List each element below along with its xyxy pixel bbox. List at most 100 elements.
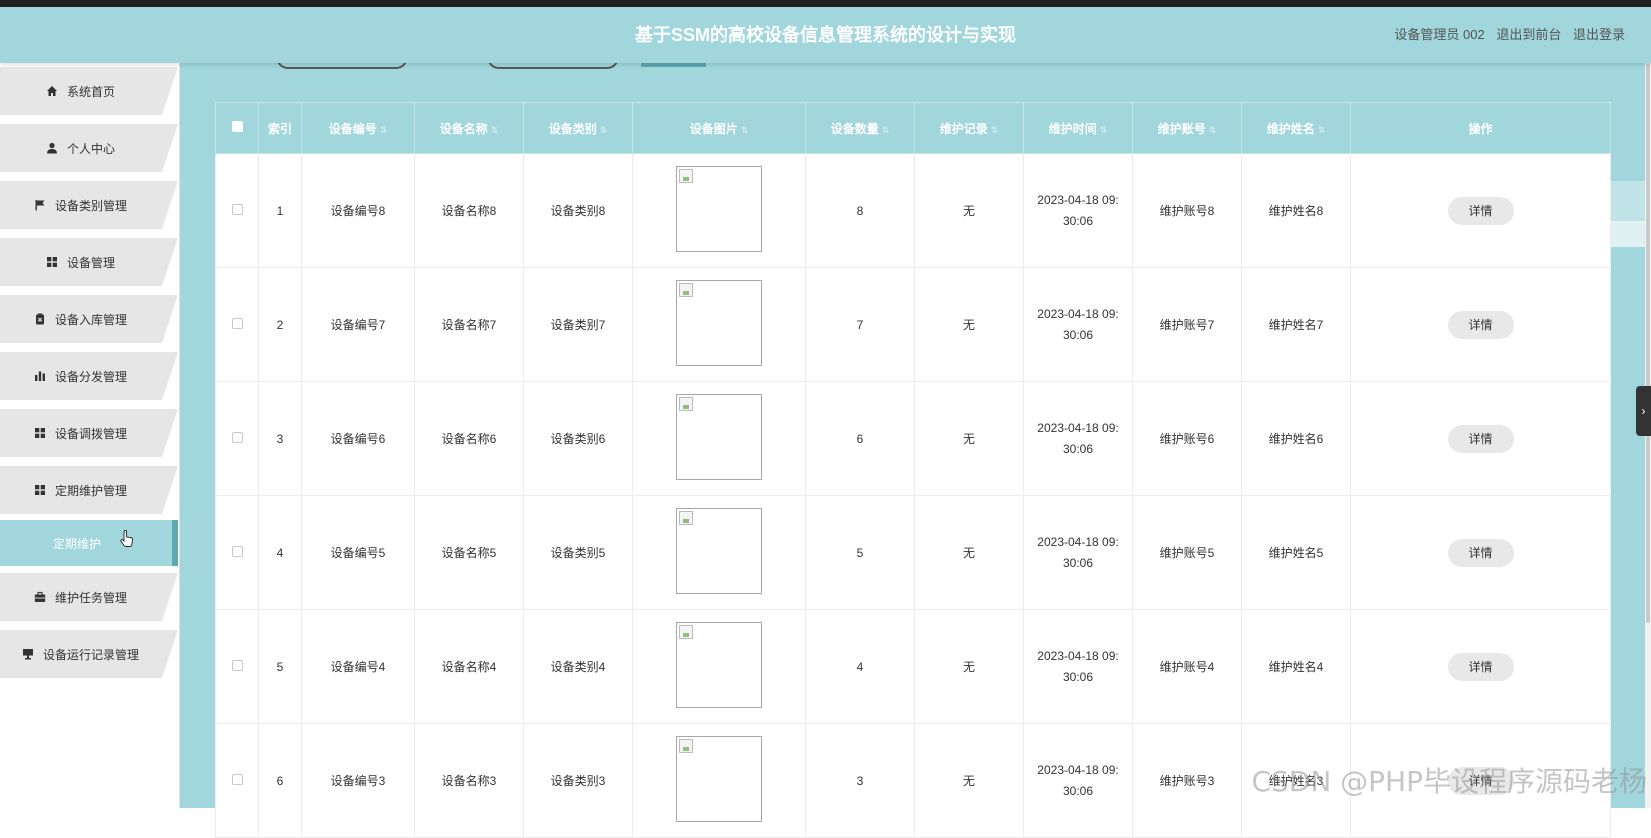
count-cell: 7 [806,268,915,382]
side-panel-toggle[interactable]: › [1636,386,1651,436]
index-cell: 6 [259,724,302,838]
device-image[interactable] [676,508,762,594]
sidebar-item-maintenance-management[interactable]: 定期维护管理 [0,462,180,519]
column-header-image[interactable]: 设备图片⇅ [633,103,806,154]
column-header-category[interactable]: 设备类别⇅ [524,103,633,154]
sidebar-item-device-management-button[interactable]: 设备管理 [0,238,178,286]
home-icon [45,84,59,98]
sidebar-item-task-management[interactable]: 维护任务管理 [0,569,180,626]
sidebar-item-device-management[interactable]: 设备管理 [0,234,180,291]
time-date: 2023-04-18 09: [1024,190,1132,211]
time-cell: 2023-04-18 09:30:06 [1024,154,1133,268]
row-checkbox[interactable] [232,318,243,329]
image-cell [633,610,806,724]
detail-button[interactable]: 详情 [1448,425,1514,453]
sidebar-item-personal-center-button[interactable]: 个人中心 [0,124,178,172]
column-header-account[interactable]: 维护账号⇅ [1133,103,1242,154]
time-clock: 30:06 [1024,439,1132,460]
sidebar: 系统首页 个人中心 设备类别管理 设备管理 [0,63,180,808]
sort-icon[interactable]: ⇅ [741,125,749,135]
image-cell [633,382,806,496]
code-cell: 设备编号6 [302,382,415,496]
detail-button[interactable]: 详情 [1448,311,1514,339]
sidebar-item-maintenance-management-button[interactable]: 定期维护管理 [0,466,178,514]
sidebar-item-home[interactable]: 系统首页 [0,63,180,120]
code-cell: 设备编号5 [302,496,415,610]
account-cell: 维护账号6 [1133,382,1242,496]
column-header-count[interactable]: 设备数量⇅ [806,103,915,154]
row-checkbox[interactable] [232,774,243,785]
name-cell: 设备名称3 [415,724,524,838]
sidebar-item-label: 设备管理 [67,254,115,271]
time-clock: 30:06 [1024,553,1132,574]
sidebar-item-run-record-management-button[interactable]: 设备运行记录管理 [0,630,178,678]
sort-icon[interactable]: ⇅ [1318,125,1326,135]
logout-link[interactable]: 退出登录 [1573,27,1625,42]
time-date: 2023-04-18 09: [1024,418,1132,439]
row-checkbox[interactable] [232,432,243,443]
sidebar-item-distribution-management[interactable]: 设备分发管理 [0,348,180,405]
row-checkbox[interactable] [232,204,243,215]
exit-to-front-link[interactable]: 退出到前台 [1496,27,1561,42]
device-image[interactable] [676,622,762,708]
sort-icon[interactable]: ⇅ [991,125,999,135]
sidebar-item-home-button[interactable]: 系统首页 [0,67,178,115]
column-header-record[interactable]: 维护记录⇅ [915,103,1024,154]
sort-icon[interactable]: ⇅ [380,125,388,135]
sidebar-subitem-periodic-maintenance[interactable]: 定期维护 [0,519,180,569]
sidebar-item-category-management-button[interactable]: 设备类别管理 [0,181,178,229]
sidebar-item-run-record-management[interactable]: 设备运行记录管理 [0,626,180,683]
sidebar-item-transfer-management-button[interactable]: 设备调拨管理 [0,409,178,457]
detail-button[interactable]: 详情 [1448,539,1514,567]
detail-button[interactable]: 详情 [1448,197,1514,225]
device-image[interactable] [676,280,762,366]
sidebar-item-category-management[interactable]: 设备类别管理 [0,177,180,234]
account-cell: 维护账号4 [1133,610,1242,724]
sidebar-item-personal-center[interactable]: 个人中心 [0,120,180,177]
time-date: 2023-04-18 09: [1024,646,1132,667]
broken-image-icon [679,169,693,183]
sidebar-item-stock-in-management-button[interactable]: 设备入库管理 [0,295,178,343]
monitor-icon [21,647,35,661]
time-cell: 2023-04-18 09:30:06 [1024,268,1133,382]
column-header-label: 维护记录 [940,122,988,136]
time-date: 2023-04-18 09: [1024,532,1132,553]
device-image[interactable] [676,736,762,822]
sidebar-item-task-management-button[interactable]: 维护任务管理 [0,573,178,621]
action-cell: 详情 [1351,382,1611,496]
sidebar-item-stock-in-management[interactable]: 设备入库管理 [0,291,180,348]
sort-icon[interactable]: ⇅ [1209,125,1217,135]
device-image[interactable] [676,166,762,252]
device-image[interactable] [676,394,762,480]
row-checkbox[interactable] [232,660,243,671]
column-header-time[interactable]: 维护时间⇅ [1024,103,1133,154]
select-all-checkbox[interactable] [232,121,243,132]
sort-icon[interactable]: ⇅ [600,125,608,135]
detail-button[interactable]: 详情 [1448,653,1514,681]
sort-icon[interactable]: ⇅ [491,125,499,135]
sidebar-item-distribution-management-button[interactable]: 设备分发管理 [0,352,178,400]
image-cell [633,496,806,610]
sidebar-item-transfer-management[interactable]: 设备调拨管理 [0,405,180,462]
user-icon [45,141,59,155]
category-cell: 设备类别6 [524,382,633,496]
action-cell: 详情 [1351,496,1611,610]
column-header-code[interactable]: 设备编号⇅ [302,103,415,154]
column-header-maint-name[interactable]: 维护姓名⇅ [1242,103,1351,154]
column-header-label: 设备数量 [831,122,879,136]
row-checkbox[interactable] [232,546,243,557]
scrollbar-thumb[interactable] [1646,63,1650,623]
search-button-partial[interactable] [641,63,706,67]
category-cell: 设备类别3 [524,724,633,838]
row-select-cell [216,382,259,496]
device-table: 索引 设备编号⇅ 设备名称⇅ 设备类别⇅ 设备图片⇅ 设备数量⇅ 维护记录⇅ 维… [215,102,1611,838]
name-cell: 设备名称8 [415,154,524,268]
time-cell: 2023-04-18 09:30:06 [1024,724,1133,838]
window-top-strip [0,0,1651,7]
sidebar-subitem-periodic-maintenance-button[interactable]: 定期维护 [0,520,178,566]
sort-icon[interactable]: ⇅ [882,125,890,135]
column-header-name[interactable]: 设备名称⇅ [415,103,524,154]
sort-icon[interactable]: ⇅ [1100,125,1108,135]
image-cell [633,268,806,382]
sidebar-item-label: 设备调拨管理 [55,425,127,442]
